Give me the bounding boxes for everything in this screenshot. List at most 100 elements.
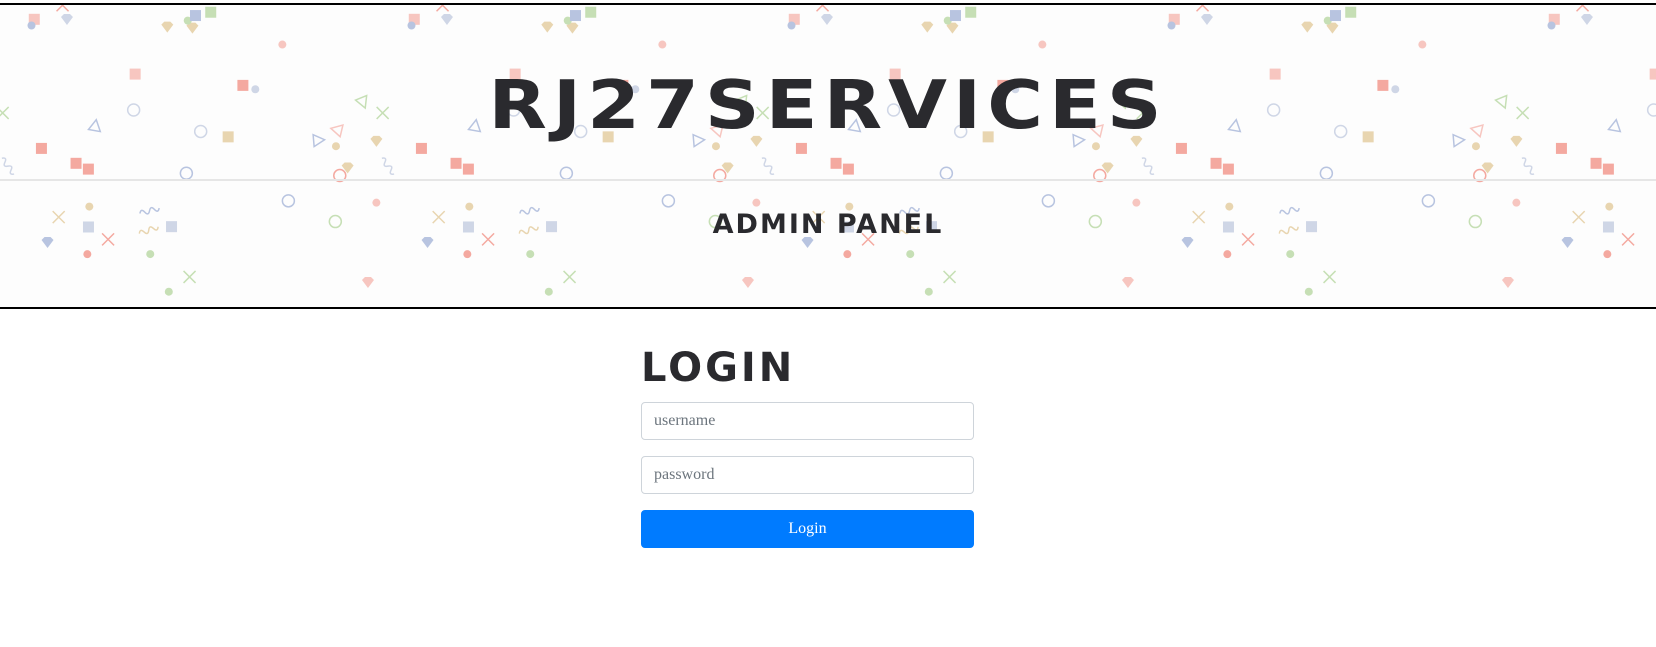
confetti-shape: [1175, 142, 1187, 154]
confetti-shape: [1041, 194, 1056, 208]
confetti-shape: [361, 277, 374, 289]
confetti-shape: [35, 142, 47, 154]
confetti-shape: [1590, 157, 1602, 169]
confetti-shape: [1603, 250, 1612, 259]
confetti-shape: [1222, 163, 1234, 175]
confetti-shape: [949, 10, 961, 22]
confetti-shape: [761, 157, 775, 175]
confetti-shape: [795, 142, 807, 154]
confetti-shape: [1286, 250, 1295, 259]
confetti-shape: [1471, 142, 1480, 151]
confetti-shape: [436, 5, 450, 12]
confetti-shape: [1, 157, 15, 175]
confetti-shape: [465, 202, 474, 211]
login-title: LOGIN: [641, 345, 796, 391]
confetti-shape: [965, 6, 977, 18]
confetti-shape: [440, 14, 453, 26]
confetti-shape: [1501, 277, 1514, 289]
confetti-pattern: [0, 5, 1656, 296]
confetti-shape: [1547, 21, 1556, 30]
confetti-shape: [1345, 6, 1357, 18]
confetti-shape: [921, 21, 934, 33]
confetti-shape: [1561, 236, 1574, 248]
confetti-shape: [85, 202, 94, 211]
confetti-shape: [450, 157, 462, 169]
confetti-shape: [41, 236, 54, 248]
confetti-shape: [842, 163, 854, 175]
confetti-shape: [658, 40, 667, 49]
confetti-shape: [381, 157, 395, 175]
confetti-shape: [281, 194, 296, 208]
confetti-shape: [341, 162, 354, 174]
confetti-shape: [830, 157, 842, 169]
confetti-shape: [569, 10, 581, 22]
confetti-shape: [1223, 250, 1232, 259]
confetti-shape: [407, 21, 416, 30]
confetti-shape: [1481, 162, 1494, 174]
confetti-shape: [1132, 198, 1141, 207]
confetti-shape: [559, 166, 574, 180]
confetti-shape: [843, 250, 852, 259]
confetti-shape: [1319, 166, 1334, 180]
confetti-shape: [1210, 157, 1222, 169]
confetti-shape: [943, 270, 957, 284]
confetti-shape: [82, 163, 94, 175]
confetti-shape: [56, 5, 70, 12]
confetti-shape: [1304, 287, 1313, 296]
site-title: RJ27SERVICES: [488, 65, 1168, 144]
password-input[interactable]: [641, 456, 974, 494]
confetti-shape: [1512, 198, 1521, 207]
banner-divider: [0, 179, 1656, 181]
confetti-shape: [421, 236, 434, 248]
confetti-shape: [1141, 157, 1155, 175]
confetti-shape: [721, 162, 734, 174]
confetti-shape: [1576, 5, 1590, 12]
site-subtitle: ADMIN PANEL: [712, 209, 944, 240]
confetti-shape: [70, 157, 82, 169]
confetti-shape: [1225, 202, 1234, 211]
confetti-shape: [787, 21, 796, 30]
username-input[interactable]: [641, 402, 974, 440]
confetti-shape: [563, 270, 577, 284]
confetti-shape: [331, 142, 340, 151]
confetti-shape: [1602, 163, 1614, 175]
confetti-shape: [161, 21, 174, 33]
confetti-shape: [741, 277, 754, 289]
confetti-shape: [541, 21, 554, 33]
confetti-shape: [924, 287, 933, 296]
confetti-shape: [60, 14, 73, 26]
confetti-shape: [1418, 40, 1427, 49]
confetti-shape: [820, 14, 833, 26]
confetti-shape: [1580, 14, 1593, 26]
confetti-shape: [1323, 270, 1337, 284]
confetti-shape: [1038, 40, 1047, 49]
confetti-shape: [164, 287, 173, 296]
confetti-shape: [1521, 157, 1535, 175]
confetti-shape: [1181, 236, 1194, 248]
confetti-shape: [1200, 14, 1213, 26]
confetti-shape: [661, 194, 676, 208]
confetti-shape: [463, 250, 472, 259]
confetti-shape: [83, 250, 92, 259]
confetti-shape: [939, 166, 954, 180]
confetti-shape: [1421, 194, 1436, 208]
confetti-shape: [585, 6, 597, 18]
header-banner: RJ27SERVICES ADMIN PANEL: [0, 3, 1656, 309]
confetti-shape: [462, 163, 474, 175]
confetti-shape: [372, 198, 381, 207]
confetti-shape: [752, 198, 761, 207]
confetti-shape: [278, 40, 287, 49]
confetti-shape: [1167, 21, 1176, 30]
confetti-shape: [189, 10, 201, 22]
confetti-shape: [1196, 5, 1210, 12]
confetti-shape: [179, 166, 194, 180]
confetti-shape: [816, 5, 830, 12]
confetti-shape: [544, 287, 553, 296]
login-form: LOGIN Login: [641, 348, 974, 548]
confetti-shape: [1101, 162, 1114, 174]
confetti-shape: [906, 250, 915, 259]
confetti-shape: [27, 21, 36, 30]
confetti-shape: [205, 6, 217, 18]
login-button[interactable]: Login: [641, 510, 974, 548]
confetti-shape: [146, 250, 155, 259]
